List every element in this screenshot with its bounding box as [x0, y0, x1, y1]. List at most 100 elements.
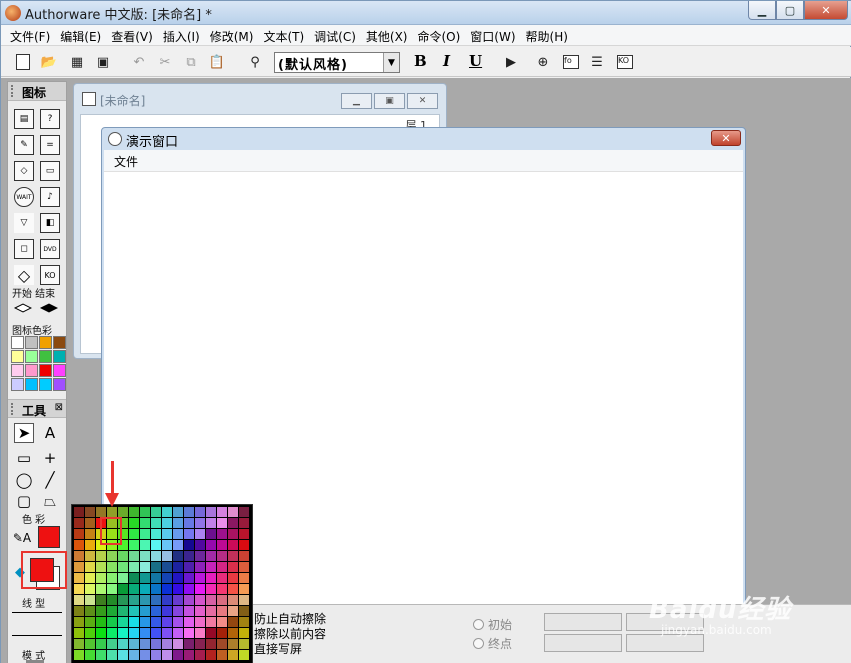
color-cell[interactable] [74, 584, 84, 594]
color-cell[interactable] [184, 518, 194, 528]
color-cell[interactable] [74, 540, 84, 550]
color-cell[interactable] [151, 584, 161, 594]
control-panel-icon[interactable]: ⊕ [533, 52, 553, 72]
italic-button[interactable]: I [443, 52, 450, 70]
color-cell[interactable] [85, 617, 95, 627]
color-cell[interactable] [129, 540, 139, 550]
color-cell[interactable] [184, 529, 194, 539]
color-cell[interactable] [85, 595, 95, 605]
radio-initial[interactable]: 初始 [473, 616, 512, 633]
flowline-close-button[interactable]: ✕ [407, 93, 438, 109]
color-cell[interactable] [107, 617, 117, 627]
menu-window[interactable]: 窗口(W) [465, 25, 520, 45]
new-file-icon[interactable] [13, 52, 33, 72]
icon-color-swatch[interactable] [53, 350, 66, 363]
text-tool-icon[interactable]: A [40, 423, 60, 443]
color-cell[interactable] [195, 595, 205, 605]
color-cell[interactable] [239, 573, 249, 583]
menu-commands[interactable]: 命令(O) [412, 25, 465, 45]
display-icon[interactable]: ▤ [14, 109, 34, 129]
color-cell[interactable] [96, 628, 106, 638]
color-cell[interactable] [173, 617, 183, 627]
interaction-icon[interactable]: ? [40, 109, 60, 129]
color-cell[interactable] [118, 551, 128, 561]
color-cell[interactable] [140, 617, 150, 627]
flowline-minimize-button[interactable]: ▁ [341, 93, 372, 109]
color-cell[interactable] [195, 551, 205, 561]
icon-color-swatch[interactable] [11, 350, 24, 363]
restart-icon[interactable]: ▶ [501, 52, 521, 72]
color-cell[interactable] [206, 551, 216, 561]
color-cell[interactable] [228, 595, 238, 605]
color-cell[interactable] [140, 595, 150, 605]
color-cell[interactable] [162, 617, 172, 627]
color-cell[interactable] [151, 606, 161, 616]
polygon-tool-icon[interactable]: ⏢ [40, 491, 60, 511]
color-cell[interactable] [107, 507, 117, 517]
color-cell[interactable] [96, 562, 106, 572]
minimize-button[interactable]: ▁ [748, 1, 776, 20]
icon-color-swatch[interactable] [25, 378, 38, 391]
color-cell[interactable] [151, 540, 161, 550]
color-cell[interactable] [151, 639, 161, 649]
color-cell[interactable] [151, 551, 161, 561]
color-cell[interactable] [96, 639, 106, 649]
sound-icon[interactable]: ♪ [40, 187, 60, 207]
color-cell[interactable] [162, 518, 172, 528]
color-cell[interactable] [239, 617, 249, 627]
menu-help[interactable]: 帮助(H) [521, 25, 573, 45]
color-cell[interactable] [228, 507, 238, 517]
color-cell[interactable] [118, 595, 128, 605]
color-cell[interactable] [85, 529, 95, 539]
color-cell[interactable] [173, 639, 183, 649]
color-cell[interactable] [140, 573, 150, 583]
color-cell[interactable] [162, 551, 172, 561]
color-cell[interactable] [239, 584, 249, 594]
color-cell[interactable] [217, 584, 227, 594]
color-cell[interactable] [151, 595, 161, 605]
color-cell[interactable] [228, 540, 238, 550]
color-cell[interactable] [239, 650, 249, 660]
icon-color-swatch[interactable] [11, 364, 24, 377]
color-cell[interactable] [173, 518, 183, 528]
color-cell[interactable] [195, 639, 205, 649]
color-cell[interactable] [129, 518, 139, 528]
line-tool-icon[interactable]: ╱ [40, 470, 60, 490]
color-cell[interactable] [85, 518, 95, 528]
color-cell[interactable] [107, 650, 117, 660]
color-cell[interactable] [107, 584, 117, 594]
icon-color-swatch[interactable] [11, 336, 24, 349]
color-cell[interactable] [140, 518, 150, 528]
copy-icon[interactable]: ⧉ [181, 52, 201, 72]
color-cell[interactable] [228, 551, 238, 561]
color-cell[interactable] [118, 573, 128, 583]
close-icon[interactable]: ⊠ [55, 402, 63, 413]
color-cell[interactable] [96, 507, 106, 517]
style-select[interactable]: (默认风格) ▼ [274, 52, 400, 73]
erase-icon[interactable]: ✎ [14, 135, 34, 155]
color-cell[interactable] [206, 518, 216, 528]
color-cell[interactable] [162, 573, 172, 583]
color-cell[interactable] [206, 628, 216, 638]
color-cell[interactable] [184, 507, 194, 517]
color-cell[interactable] [85, 584, 95, 594]
motion-icon[interactable]: ◇ [14, 161, 34, 181]
stroke-color-swatch[interactable] [38, 526, 60, 548]
color-cell[interactable] [129, 551, 139, 561]
color-cell[interactable] [74, 639, 84, 649]
color-cell[interactable] [239, 628, 249, 638]
color-cell[interactable] [206, 595, 216, 605]
color-cell[interactable] [162, 650, 172, 660]
icon-color-swatch[interactable] [25, 336, 38, 349]
color-cell[interactable] [217, 562, 227, 572]
decision-icon[interactable]: ◻ [14, 239, 34, 259]
paste-icon[interactable]: 📋 [207, 52, 227, 72]
color-cell[interactable] [85, 540, 95, 550]
menu-edit[interactable]: 编辑(E) [55, 25, 106, 45]
color-cell[interactable] [107, 606, 117, 616]
color-cell[interactable] [74, 628, 84, 638]
knowledge-objects-icon[interactable]: KO [615, 52, 635, 72]
color-cell[interactable] [206, 562, 216, 572]
color-cell[interactable] [195, 573, 205, 583]
icon-color-swatch[interactable] [53, 378, 66, 391]
